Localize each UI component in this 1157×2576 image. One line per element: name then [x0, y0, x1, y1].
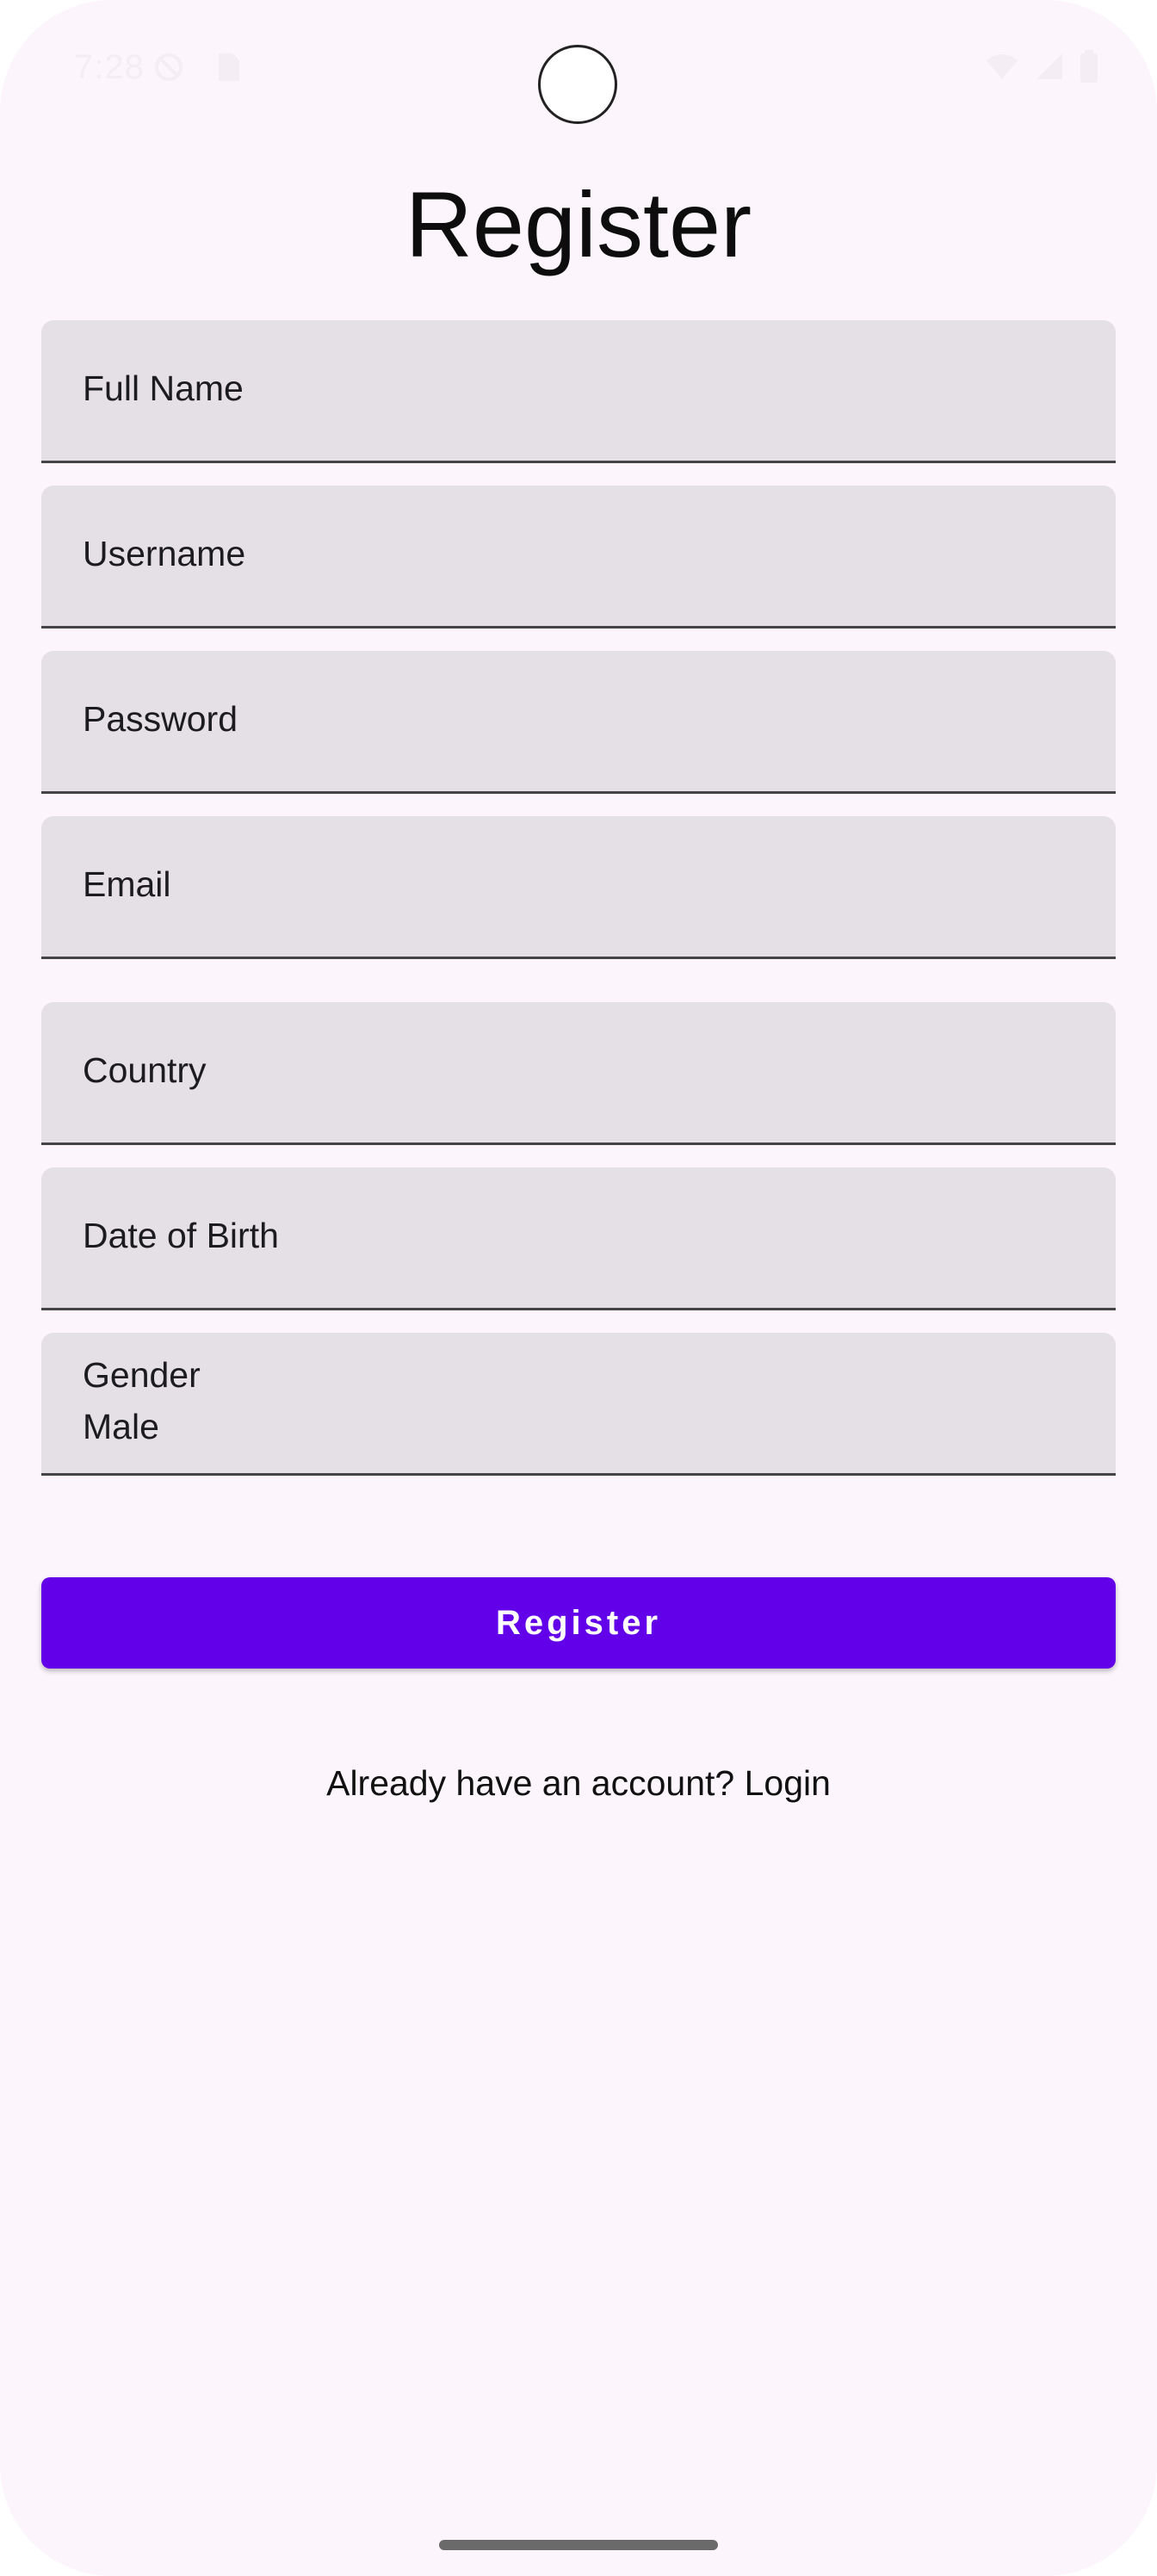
- gender-field[interactable]: Gender Male: [41, 1333, 1116, 1476]
- country-label: Country: [83, 1050, 207, 1090]
- full-name-field[interactable]: Full Name: [41, 320, 1116, 463]
- country-field[interactable]: Country: [41, 1002, 1116, 1145]
- email-field[interactable]: Email: [41, 816, 1116, 959]
- date-of-birth-field[interactable]: Date of Birth: [41, 1167, 1116, 1310]
- register-button[interactable]: Register: [41, 1577, 1116, 1669]
- camera-cutout: [538, 45, 617, 124]
- date-of-birth-label: Date of Birth: [83, 1216, 279, 1255]
- password-field[interactable]: Password: [41, 651, 1116, 794]
- full-name-label: Full Name: [83, 368, 244, 408]
- gender-value: Male: [83, 1407, 159, 1446]
- signal-icon: [1035, 52, 1064, 85]
- do-not-disturb-icon: [153, 52, 184, 83]
- status-icons: [985, 50, 1098, 87]
- status-time: 7:28: [74, 48, 145, 86]
- login-link[interactable]: Already have an account? Login: [0, 1763, 1157, 1804]
- password-label: Password: [83, 699, 238, 739]
- sd-card-icon: [213, 52, 244, 83]
- username-label: Username: [83, 534, 246, 573]
- app-screen: 7:28 Register Full Name Username Passwor…: [0, 0, 1157, 2576]
- wifi-icon: [985, 52, 1019, 85]
- gender-label: Gender: [83, 1355, 201, 1395]
- username-field[interactable]: Username: [41, 486, 1116, 629]
- home-indicator[interactable]: [439, 2540, 718, 2550]
- page-title: Register: [405, 172, 752, 276]
- battery-icon: [1080, 50, 1098, 87]
- email-label: Email: [83, 864, 171, 904]
